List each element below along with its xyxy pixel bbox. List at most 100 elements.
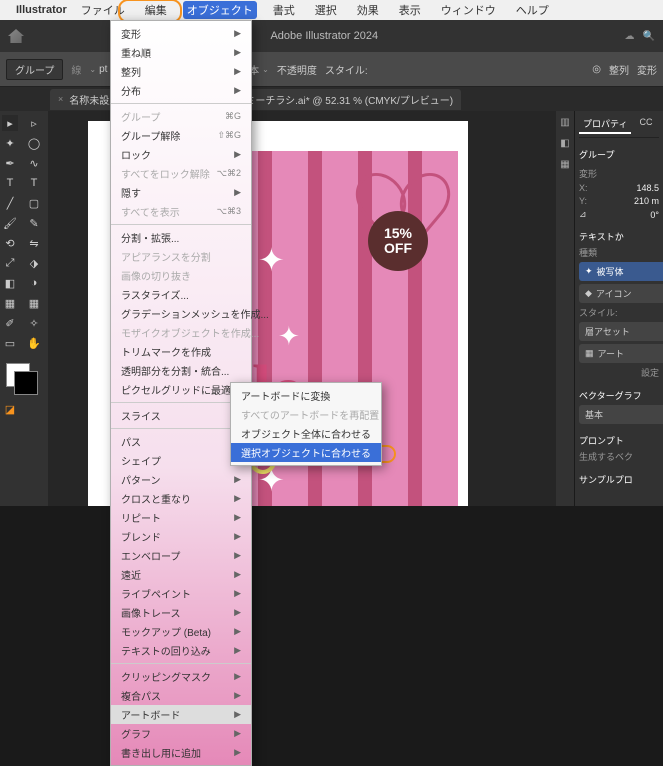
menu-item[interactable]: ライブペイント▶ bbox=[111, 584, 251, 603]
menu-item[interactable]: 透明部分を分割・統合... bbox=[111, 361, 251, 380]
menu-item[interactable]: パターン▶ bbox=[111, 470, 251, 489]
opacity-label[interactable]: 不透明度 bbox=[277, 62, 317, 77]
y-value[interactable]: 210 m bbox=[634, 196, 659, 206]
menu-item[interactable]: 変形▶ bbox=[111, 24, 251, 43]
menu-item[interactable]: ロック▶ bbox=[111, 145, 251, 164]
hand-tool-icon[interactable]: ✋ bbox=[26, 335, 42, 351]
menu-view[interactable]: 表示 bbox=[395, 1, 425, 19]
menu-item[interactable]: 画像トレース▶ bbox=[111, 603, 251, 622]
artboard-tool-icon[interactable]: ▭ bbox=[2, 335, 18, 351]
line-tool-icon[interactable]: ╱ bbox=[2, 195, 18, 211]
menu-item[interactable]: 分布▶ bbox=[111, 81, 251, 100]
pen-tool-icon[interactable]: ✒ bbox=[2, 155, 18, 171]
menu-item[interactable]: グラデーションメッシュを作成... bbox=[111, 304, 251, 323]
menu-type[interactable]: 書式 bbox=[269, 1, 299, 19]
angle-value[interactable]: 0° bbox=[650, 210, 659, 220]
color-icon[interactable]: ◧ bbox=[560, 138, 569, 149]
magic-wand-icon[interactable]: ✦ bbox=[2, 135, 18, 151]
doc-setup-icon[interactable]: ◎ bbox=[592, 64, 601, 75]
menu-item[interactable]: トリムマークを作成 bbox=[111, 342, 251, 361]
menu-item[interactable]: 重ね順▶ bbox=[111, 43, 251, 62]
direct-select-icon[interactable]: ▹ bbox=[26, 115, 42, 131]
menu-item: アピアランスを分割 bbox=[111, 247, 251, 266]
panel-strip: ▥ ◧ ▦ bbox=[556, 111, 574, 506]
menu-item: グループ⌘G bbox=[111, 107, 251, 126]
menu-item[interactable]: エンベロープ▶ bbox=[111, 546, 251, 565]
libraries-icon[interactable]: ▥ bbox=[560, 117, 569, 128]
icon-button[interactable]: ◆アイコン bbox=[579, 284, 663, 303]
menu-item[interactable]: 分割・拡張... bbox=[111, 228, 251, 247]
transform-label[interactable]: 変形 bbox=[637, 62, 657, 77]
subject-icon: ✦ bbox=[585, 266, 593, 277]
submenu-item[interactable]: アートボードに変換 bbox=[231, 386, 381, 405]
menu-item[interactable]: アートボード▶ bbox=[111, 705, 251, 724]
menu-item[interactable]: モックアップ (Beta)▶ bbox=[111, 622, 251, 641]
menu-item[interactable]: 書き出し用に追加▶ bbox=[111, 743, 251, 762]
style-label[interactable]: スタイル: bbox=[325, 62, 368, 77]
symbol-spray-icon[interactable]: ✧ bbox=[26, 315, 42, 331]
menu-item[interactable]: グループ解除⇧⌘G bbox=[111, 126, 251, 145]
rotate-tool-icon[interactable]: ⟲ bbox=[2, 235, 18, 251]
brush-tool-icon[interactable]: 🖌 bbox=[2, 215, 18, 231]
touch-type-icon[interactable]: T bbox=[26, 175, 42, 191]
menu-window[interactable]: ウィンドウ bbox=[437, 1, 500, 19]
menu-item[interactable]: 複合パス▶ bbox=[111, 686, 251, 705]
menu-item[interactable]: 遠近▶ bbox=[111, 565, 251, 584]
menu-item[interactable]: ラスタライズ... bbox=[111, 285, 251, 304]
menu-object[interactable]: オブジェクト bbox=[183, 1, 257, 19]
generate-label[interactable]: 生成するベク bbox=[579, 450, 659, 463]
cc-libraries-tab[interactable]: CC bbox=[635, 115, 656, 134]
x-value[interactable]: 148.5 bbox=[636, 183, 659, 193]
width-tool-icon[interactable]: ⬗ bbox=[26, 255, 42, 271]
menu-item[interactable]: グラフ▶ bbox=[111, 724, 251, 743]
gradient-tool-icon[interactable]: ▦ bbox=[2, 295, 18, 311]
align-label[interactable]: 整列 bbox=[609, 62, 629, 77]
draw-mode-icon[interactable]: ◪ bbox=[2, 401, 18, 417]
properties-tab[interactable]: プロパティ bbox=[579, 115, 631, 134]
curvature-tool-icon[interactable]: ∿ bbox=[26, 155, 42, 171]
menu-item[interactable]: 整列▶ bbox=[111, 62, 251, 81]
close-tab-icon[interactable]: × bbox=[58, 94, 63, 104]
submenu-item[interactable]: オブジェクト全体に合わせる bbox=[231, 424, 381, 443]
icon-type-icon: ◆ bbox=[585, 288, 592, 299]
fill-stroke-swatch[interactable] bbox=[2, 359, 22, 397]
menu-select[interactable]: 選択 bbox=[311, 1, 341, 19]
menu-item[interactable]: リピート▶ bbox=[111, 508, 251, 527]
subject-button[interactable]: ✦被写体 bbox=[579, 262, 663, 281]
stroke-weight[interactable]: ⌄pt bbox=[89, 64, 107, 75]
angle-icon: ⊿ bbox=[579, 209, 587, 220]
control-bar: グループ 線 ⌄pt 均等⌄ 基本⌄ 不透明度 スタイル: ◎ 整列 変形 bbox=[0, 52, 663, 87]
reflect-tool-icon[interactable]: ⇋ bbox=[26, 235, 42, 251]
menu-item[interactable]: ブレンド▶ bbox=[111, 527, 251, 546]
menu-help[interactable]: ヘルプ bbox=[512, 1, 553, 19]
pencil-tool-icon[interactable]: ✎ bbox=[26, 215, 42, 231]
cloud-icon[interactable]: ☁ bbox=[625, 31, 635, 42]
shape-builder-icon[interactable]: ◑ bbox=[26, 275, 42, 291]
swatches-icon[interactable]: ▦ bbox=[560, 159, 569, 170]
menu-item[interactable]: テキストの回り込み▶ bbox=[111, 641, 251, 660]
prompt-header: プロンプト bbox=[579, 434, 659, 447]
rect-tool-icon[interactable]: ▢ bbox=[26, 195, 42, 211]
selection-tool-icon[interactable]: ▸ bbox=[2, 115, 18, 131]
lasso-tool-icon[interactable]: ◯ bbox=[26, 135, 42, 151]
menu-effect[interactable]: 効果 bbox=[353, 1, 383, 19]
eraser-tool-icon[interactable]: ◧ bbox=[2, 275, 18, 291]
art-button[interactable]: ▦アート bbox=[579, 344, 663, 363]
selection-type[interactable]: グループ bbox=[6, 59, 63, 80]
text-to-vector-header: テキストか bbox=[579, 230, 659, 243]
type-tool-icon[interactable]: T bbox=[2, 175, 18, 191]
scale-tool-icon[interactable]: ⤢ bbox=[2, 255, 18, 271]
mesh-tool-icon[interactable]: ▦ bbox=[26, 295, 42, 311]
eyedropper-icon[interactable]: ✐ bbox=[2, 315, 18, 331]
search-icon[interactable]: 🔍 bbox=[643, 31, 655, 42]
menu-item[interactable]: クロスと重なり▶ bbox=[111, 489, 251, 508]
home-icon[interactable] bbox=[8, 29, 24, 43]
menu-item[interactable]: クリッピングマスク▶ bbox=[111, 667, 251, 686]
submenu-item[interactable]: 選択オブジェクトに合わせる bbox=[231, 443, 381, 462]
layer-assets-button[interactable]: 層アセット bbox=[579, 322, 663, 341]
basic-button[interactable]: 基本 bbox=[579, 405, 663, 424]
settings-label[interactable]: 設定 bbox=[579, 366, 659, 379]
menu-item[interactable]: 隠す▶ bbox=[111, 183, 251, 202]
app-name[interactable]: Illustrator bbox=[16, 4, 67, 16]
artboard-submenu[interactable]: アートボードに変換すべてのアートボードを再配置オブジェクト全体に合わせる選択オブ… bbox=[230, 382, 382, 466]
